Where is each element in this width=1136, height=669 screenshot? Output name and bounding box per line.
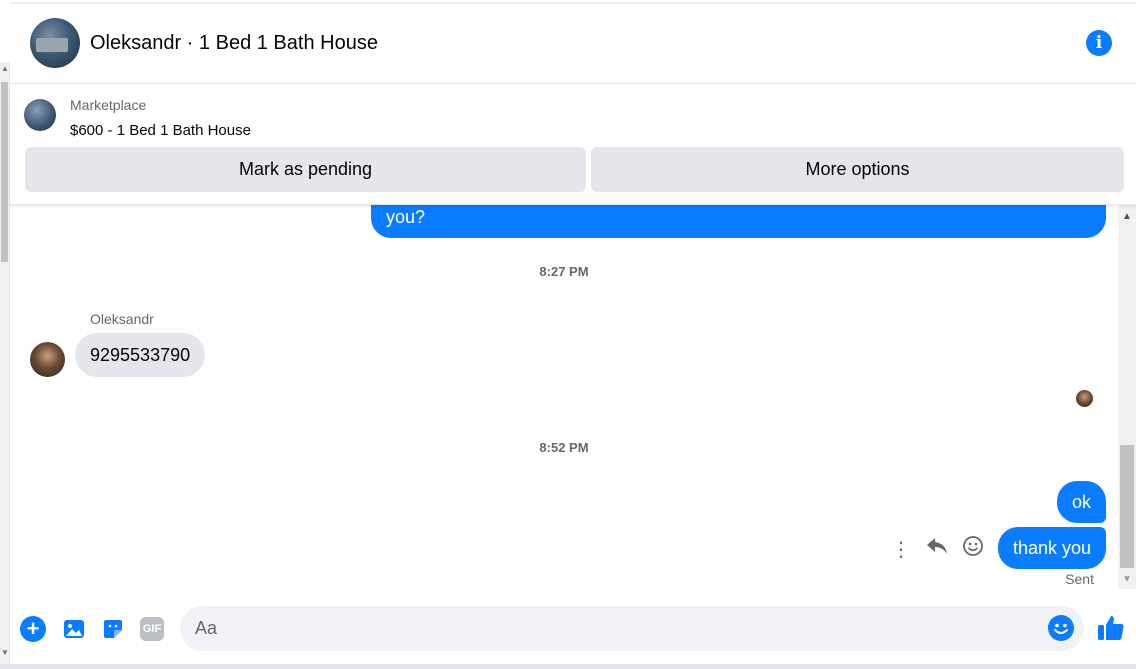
gif-icon[interactable]: GIF [140,617,164,641]
reply-icon[interactable] [926,537,948,561]
outgoing-message-bubble[interactable]: thank you [997,527,1106,569]
outer-scroll-thumb[interactable] [1,82,8,262]
outgoing-message-bubble[interactable]: ok [1056,481,1106,523]
mark-as-pending-button[interactable]: Mark as pending [25,147,586,192]
outer-scrollbar[interactable]: ▲ ▼ [0,62,10,669]
scroll-down-arrow-icon[interactable]: ▼ [1122,574,1132,585]
messenger-window: ▲ ▼ Oleksandr · 1 Bed 1 Bath House i Mar… [0,0,1136,669]
marketplace-listing-bar: Marketplace $600 - 1 Bed 1 Bath House Ma… [10,85,1136,205]
window-bottom-edge [0,664,1136,669]
message-actions: ⋮ [890,535,984,563]
marketplace-label: Marketplace [70,97,147,113]
timestamp-divider: 8:27 PM [539,264,589,279]
listing-title[interactable]: $600 - 1 Bed 1 Bath House [70,122,251,139]
incoming-message-bubble[interactable]: 9295533790 [75,333,206,377]
thumbs-up-icon[interactable] [1096,613,1126,643]
scroll-up-arrow-icon[interactable]: ▲ [1,64,9,73]
message-thread[interactable]: you? 8:27 PM Oleksandr 9295533790 8:52 P… [10,205,1118,589]
photo-icon[interactable] [61,616,87,642]
react-emoji-icon[interactable] [962,535,984,563]
conversation-header: Oleksandr · 1 Bed 1 Bath House i [10,4,1136,84]
timestamp-divider: 8:52 PM [539,440,589,455]
conversation-title[interactable]: Oleksandr · 1 Bed 1 Bath House [90,32,378,55]
read-receipt-avatar [1076,390,1093,407]
scroll-down-arrow-icon[interactable]: ▼ [1,648,9,657]
thread-scroll-thumb[interactable] [1120,445,1134,568]
listing-thumbnail[interactable] [24,99,56,131]
more-options-button[interactable]: More options [591,147,1124,192]
delivery-status: Sent [1065,571,1094,587]
more-vertical-icon[interactable]: ⋮ [890,537,912,562]
sender-avatar[interactable] [30,342,65,377]
emoji-icon[interactable] [1048,615,1074,641]
scroll-up-arrow-icon[interactable]: ▲ [1122,211,1132,222]
info-icon[interactable]: i [1086,30,1112,56]
conversation-avatar[interactable] [30,18,80,68]
sender-name: Oleksandr [90,311,154,327]
sticker-icon[interactable] [100,616,126,642]
message-composer: + GIF Aa [10,595,1136,665]
outgoing-message-bubble[interactable]: you? [371,205,1106,238]
thread-scrollbar[interactable]: ▲ ▼ [1118,205,1136,589]
message-input[interactable]: Aa [180,606,1084,651]
plus-icon[interactable]: + [20,616,46,642]
